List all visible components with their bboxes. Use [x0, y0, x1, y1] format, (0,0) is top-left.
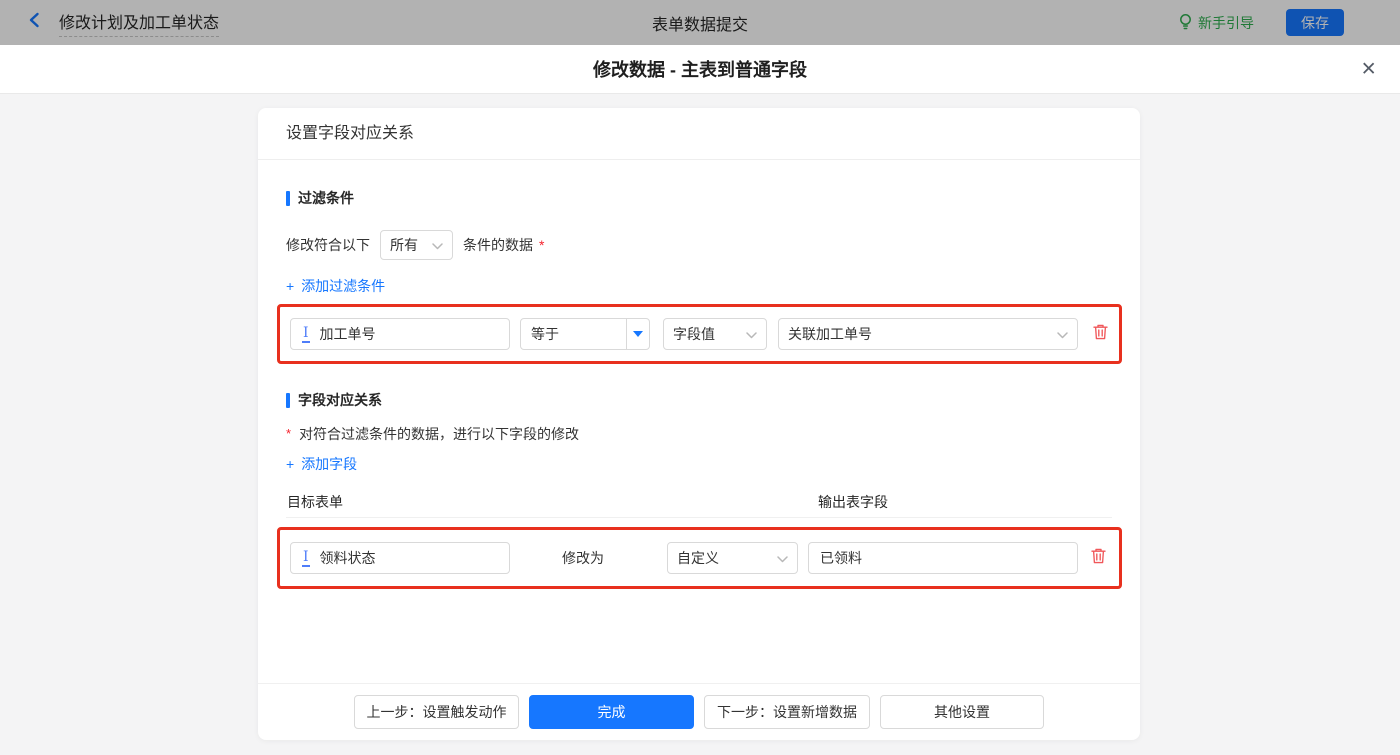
target-field-value: 领料状态	[319, 550, 376, 566]
add-field-link[interactable]: + 添加字段	[286, 454, 357, 474]
operator-caret-button[interactable]	[626, 319, 649, 349]
compare-field-value: 关联加工单号	[788, 326, 872, 342]
add-field-label: 添加字段	[301, 456, 358, 472]
modal-header: 修改数据 - 主表到普通字段 ×	[0, 45, 1400, 94]
chevron-down-icon	[432, 237, 443, 253]
lightbulb-icon	[1178, 13, 1193, 33]
chevron-down-icon	[777, 550, 788, 566]
required-asterisk: *	[286, 426, 292, 441]
text-field-type-icon: I	[302, 324, 310, 343]
caret-down-icon	[633, 331, 643, 337]
other-settings-button[interactable]: 其他设置	[880, 695, 1044, 729]
save-button[interactable]: 保存	[1286, 9, 1344, 36]
highlight-annotation-mapping-row: I 领料状态 修改为 自定义 已领料	[277, 527, 1122, 589]
value-type-select[interactable]: 字段值	[663, 318, 767, 350]
panel-title: 设置字段对应关系	[258, 108, 1140, 160]
section-marker-bar	[286, 392, 290, 408]
mapping-description-line: * 对符合过滤条件的数据，进行以下字段的修改	[286, 424, 1112, 444]
modify-to-label: 修改为	[562, 550, 604, 566]
value-type-value: 字段值	[673, 326, 715, 342]
match-line-suffix: 条件的数据	[463, 237, 533, 253]
plus-icon: +	[286, 278, 295, 294]
match-mode-value: 所有	[390, 237, 418, 253]
value-source-select[interactable]: 自定义	[667, 542, 798, 574]
operator-select[interactable]: 等于	[520, 318, 650, 350]
filter-field-input[interactable]: I 加工单号	[290, 318, 510, 350]
highlight-annotation-filter-row: I 加工单号 等于 字段值 关联加工单号	[277, 304, 1122, 364]
mapping-description: 对符合过滤条件的数据，进行以下字段的修改	[299, 426, 580, 442]
plus-icon: +	[286, 456, 295, 472]
beginner-guide-link[interactable]: 新手引导	[1178, 13, 1254, 33]
chevron-down-icon	[746, 326, 757, 342]
output-field-column-header: 输出表字段	[818, 494, 888, 510]
close-icon[interactable]: ×	[1361, 56, 1376, 82]
chevron-down-icon	[1057, 326, 1068, 342]
mapping-section-header: 字段对应关系	[286, 390, 1112, 410]
add-filter-condition-label: 添加过滤条件	[301, 278, 386, 294]
add-filter-condition-link[interactable]: + 添加过滤条件	[286, 276, 385, 296]
operator-value: 等于	[531, 326, 559, 342]
target-form-column-header: 目标表单	[287, 494, 343, 510]
custom-value: 已领料	[820, 550, 862, 566]
delete-mapping-row-button[interactable]	[1090, 547, 1107, 570]
text-field-type-icon: I	[302, 548, 310, 567]
mapping-column-headers: 目标表单 输出表字段	[286, 492, 1112, 518]
next-step-button[interactable]: 下一步：设置新增数据	[704, 695, 870, 729]
filter-match-line: 修改符合以下 所有 条件的数据 *	[286, 230, 1112, 260]
done-button[interactable]: 完成	[529, 695, 694, 729]
modal-body: 设置字段对应关系 过滤条件 修改符合以下 所有 条件的数据 * + 添加过滤条件…	[0, 94, 1400, 755]
filter-section-header: 过滤条件	[286, 188, 1112, 208]
required-asterisk: *	[539, 237, 545, 253]
custom-value-input[interactable]: 已领料	[808, 542, 1078, 574]
match-mode-select[interactable]: 所有	[380, 230, 453, 260]
target-field-input[interactable]: I 领料状态	[290, 542, 510, 574]
filter-section-title: 过滤条件	[298, 190, 354, 206]
delete-filter-row-button[interactable]	[1092, 323, 1109, 346]
value-source-value: 自定义	[677, 550, 719, 566]
modal-title: 修改数据 - 主表到普通字段	[593, 60, 807, 80]
trash-icon	[1092, 323, 1109, 346]
match-line-prefix: 修改符合以下	[286, 237, 370, 253]
prev-step-button[interactable]: 上一步：设置触发动作	[354, 695, 519, 729]
field-mapping-panel: 设置字段对应关系 过滤条件 修改符合以下 所有 条件的数据 * + 添加过滤条件…	[258, 108, 1140, 740]
compare-field-select[interactable]: 关联加工单号	[778, 318, 1078, 350]
section-marker-bar	[286, 190, 290, 206]
filter-field-value: 加工单号	[319, 326, 376, 342]
mapping-section-title: 字段对应关系	[298, 392, 382, 408]
trash-icon	[1090, 547, 1107, 570]
top-navigation-bar: 修改计划及加工单状态 表单数据提交 新手引导 保存	[0, 0, 1400, 45]
panel-footer: 上一步：设置触发动作 完成 下一步：设置新增数据 其他设置	[258, 683, 1140, 740]
beginner-guide-label: 新手引导	[1198, 14, 1254, 31]
